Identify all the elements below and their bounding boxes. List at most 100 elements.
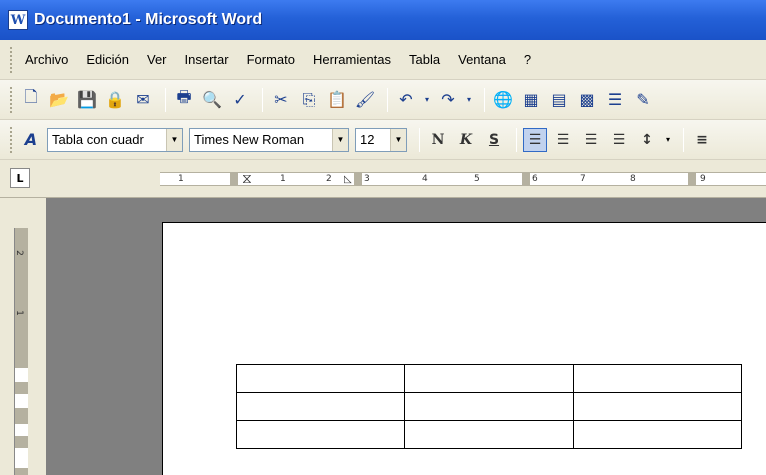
insert-table-icon[interactable]: ▤ bbox=[547, 88, 571, 112]
chevron-down-icon[interactable]: ▼ bbox=[166, 128, 182, 151]
print-preview-icon[interactable]: 🔍 bbox=[200, 88, 224, 112]
ruler-mark: 4 bbox=[422, 174, 428, 184]
vruler-mark: 1 bbox=[13, 310, 24, 316]
toolbar-grip[interactable] bbox=[10, 126, 13, 153]
ruler-gray bbox=[522, 173, 530, 186]
table-cell[interactable] bbox=[235, 392, 406, 421]
title-bar: W Documento1 - Microsoft Word bbox=[0, 0, 766, 40]
table-cell[interactable] bbox=[404, 420, 574, 449]
table-cell[interactable] bbox=[404, 392, 574, 421]
ruler-mark: 1 bbox=[280, 174, 286, 184]
menu-formato[interactable]: Formato bbox=[241, 52, 301, 67]
align-center-icon[interactable]: ☰ bbox=[551, 128, 575, 152]
print-icon[interactable]: 🖶 bbox=[172, 87, 196, 112]
chevron-down-icon[interactable]: ▼ bbox=[332, 128, 348, 151]
paste-icon[interactable]: 📋 bbox=[325, 88, 349, 112]
table-row bbox=[235, 420, 743, 449]
new-icon[interactable]: 🗋 bbox=[19, 87, 43, 112]
ruler-white bbox=[15, 394, 28, 408]
ruler-mark: 1 bbox=[178, 174, 184, 184]
format-painter-icon[interactable]: 🖌 bbox=[353, 88, 377, 112]
tab-selector[interactable]: L bbox=[10, 168, 30, 188]
word-icon[interactable]: W bbox=[8, 10, 28, 30]
font-value: Times New Roman bbox=[194, 132, 305, 147]
ruler-white bbox=[15, 368, 28, 382]
align-left-icon[interactable]: ☰ bbox=[523, 127, 547, 152]
separator bbox=[516, 127, 517, 152]
vertical-ruler-strip: 2 1 bbox=[0, 198, 46, 475]
horizontal-ruler[interactable]: 1 ⧖ 1 2 ◺ 3 4 5 6 7 8 9 bbox=[160, 172, 766, 186]
ruler-mark: 5 bbox=[474, 174, 480, 184]
spelling-icon[interactable]: ✓ bbox=[228, 88, 252, 112]
table-cell[interactable] bbox=[235, 420, 406, 449]
menu-archivo[interactable]: Archivo bbox=[19, 52, 74, 67]
line-spacing-icon[interactable]: ↕ bbox=[635, 128, 659, 152]
ruler-mark: 8 bbox=[630, 174, 636, 184]
separator bbox=[262, 87, 263, 112]
italic-button[interactable]: K bbox=[454, 128, 478, 152]
redo-dropdown-icon[interactable]: ▾ bbox=[464, 88, 474, 112]
table-cell[interactable] bbox=[572, 392, 743, 421]
table-row bbox=[235, 392, 743, 421]
formatting-toolbar: A Tabla con cuadr ▼ Times New Roman ▼ 12… bbox=[0, 120, 766, 160]
copy-icon[interactable]: ⎘ bbox=[297, 88, 321, 112]
tables-borders-icon[interactable]: ▦ bbox=[519, 88, 543, 112]
separator bbox=[683, 127, 684, 152]
table-cell[interactable] bbox=[404, 364, 574, 393]
insert-excel-icon[interactable]: ▩ bbox=[575, 88, 599, 112]
undo-icon[interactable]: ↶ bbox=[394, 88, 418, 112]
toolbar-grip[interactable] bbox=[10, 86, 13, 113]
vertical-ruler[interactable]: 2 1 bbox=[14, 228, 28, 475]
open-icon[interactable]: 📂 bbox=[47, 88, 71, 112]
ruler-mark: 2 bbox=[326, 174, 332, 184]
menu-edicion[interactable]: Edición bbox=[80, 52, 135, 67]
undo-dropdown-icon[interactable]: ▾ bbox=[422, 88, 432, 112]
table-cell[interactable] bbox=[572, 420, 743, 449]
underline-button[interactable]: S bbox=[482, 128, 506, 152]
styles-formatting-icon[interactable]: A bbox=[19, 128, 43, 152]
standard-toolbar: 🗋 📂 💾 🔒 ✉ 🖶 🔍 ✓ ✂ ⎘ 📋 🖌 ↶ ▾ ↷ ▾ 🌐 ▦ ▤ ▩ … bbox=[0, 80, 766, 120]
columns-icon[interactable]: ☰ bbox=[603, 88, 627, 112]
bold-button[interactable]: N bbox=[426, 128, 450, 152]
style-dropdown[interactable]: Tabla con cuadr ▼ bbox=[47, 127, 183, 152]
ruler-mark: 3 bbox=[364, 174, 370, 184]
menu-help[interactable]: ? bbox=[518, 52, 537, 67]
ruler-gray bbox=[354, 173, 362, 186]
ruler-white bbox=[15, 424, 28, 436]
menu-insertar[interactable]: Insertar bbox=[179, 52, 235, 67]
ruler-gray bbox=[230, 173, 238, 186]
ruler-mark: 7 bbox=[580, 174, 586, 184]
window-title: Documento1 - Microsoft Word bbox=[34, 11, 263, 28]
align-right-icon[interactable]: ☰ bbox=[579, 128, 603, 152]
indent-marker-icon[interactable]: ⧖ bbox=[242, 172, 252, 186]
ruler-row: L 1 ⧖ 1 2 ◺ 3 4 5 6 7 8 9 bbox=[0, 160, 766, 198]
size-value: 12 bbox=[360, 132, 375, 147]
table-cell[interactable] bbox=[235, 364, 406, 393]
menu-grip[interactable] bbox=[10, 46, 13, 73]
size-dropdown[interactable]: 12 ▼ bbox=[355, 127, 407, 152]
cut-icon[interactable]: ✂ bbox=[269, 88, 293, 112]
permission-icon[interactable]: 🔒 bbox=[103, 88, 127, 112]
justify-icon[interactable]: ☰ bbox=[607, 128, 631, 152]
font-dropdown[interactable]: Times New Roman ▼ bbox=[189, 127, 349, 152]
ruler-gray bbox=[688, 173, 696, 186]
hyperlink-icon[interactable]: 🌐 bbox=[491, 88, 515, 112]
hanging-indent-icon[interactable]: ◺ bbox=[344, 173, 352, 186]
menu-tabla[interactable]: Tabla bbox=[403, 52, 446, 67]
ruler-mark: 9 bbox=[700, 174, 706, 184]
drawing-icon[interactable]: ✎ bbox=[631, 88, 655, 112]
line-spacing-dropdown-icon[interactable]: ▾ bbox=[663, 128, 673, 152]
menu-bar: Archivo Edición Ver Insertar Formato Her… bbox=[0, 40, 766, 80]
table-cell[interactable] bbox=[572, 364, 743, 393]
menu-ver[interactable]: Ver bbox=[141, 52, 173, 67]
redo-icon[interactable]: ↷ bbox=[436, 88, 460, 112]
save-icon[interactable]: 💾 bbox=[75, 88, 99, 112]
chevron-down-icon[interactable]: ▼ bbox=[390, 128, 406, 151]
separator bbox=[419, 127, 420, 152]
menu-herramientas[interactable]: Herramientas bbox=[307, 52, 397, 67]
document-table[interactable] bbox=[235, 364, 743, 449]
numbering-icon[interactable]: ≡ bbox=[690, 128, 714, 152]
email-icon[interactable]: ✉ bbox=[131, 88, 155, 112]
menu-ventana[interactable]: Ventana bbox=[452, 52, 512, 67]
ruler-white bbox=[15, 448, 28, 468]
